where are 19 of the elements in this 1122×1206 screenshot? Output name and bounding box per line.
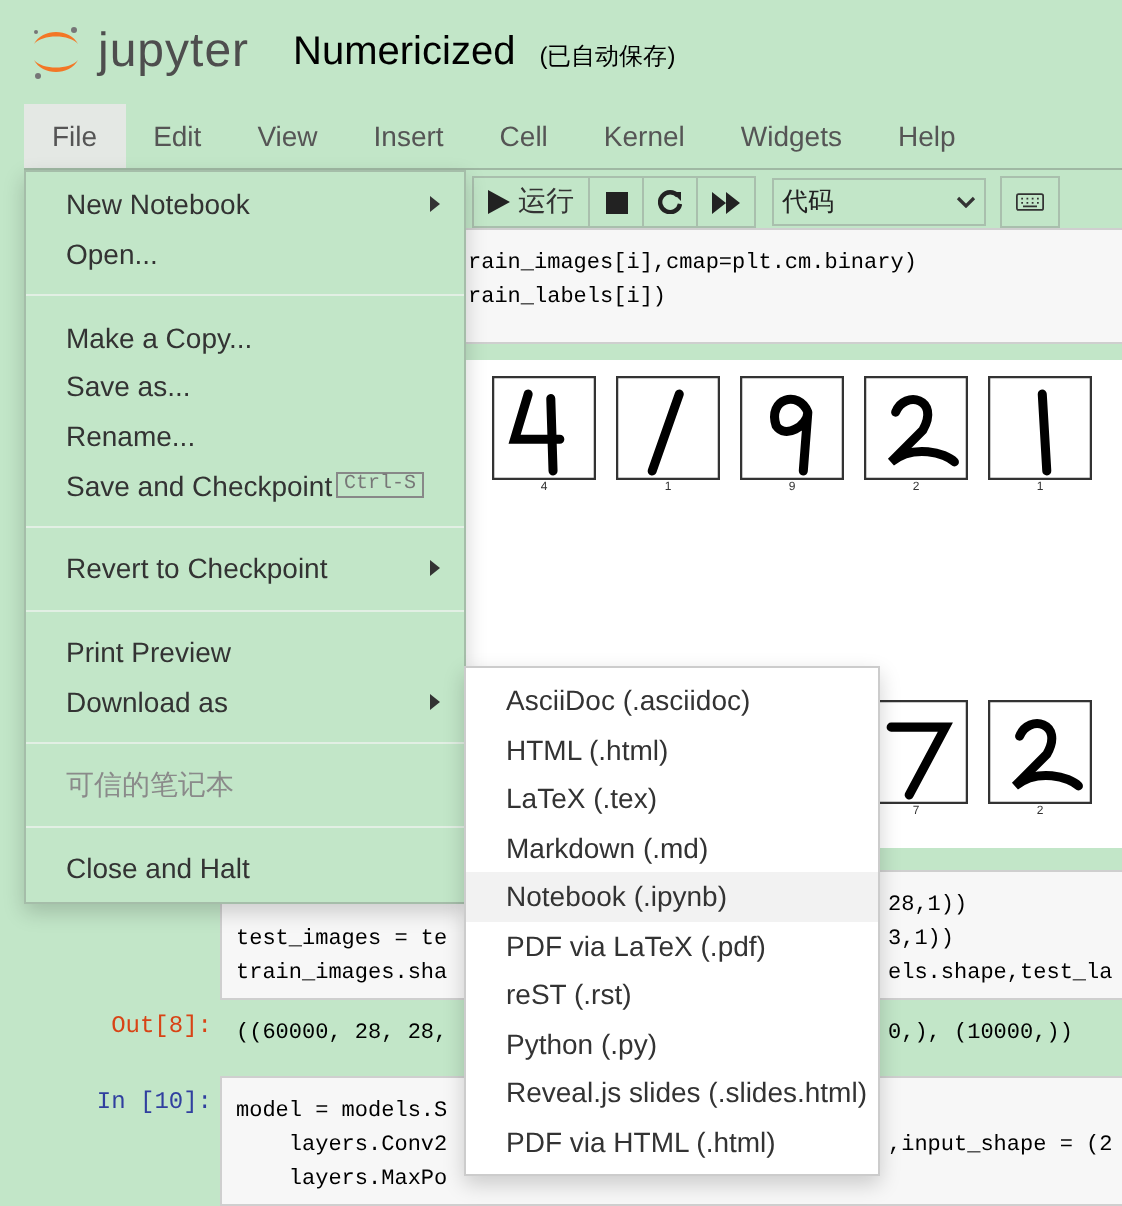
code-text: els.shape,test_la bbox=[888, 962, 1113, 986]
output-prompt: Out[8]: bbox=[111, 1012, 212, 1040]
autosave-status: (已自动保存) bbox=[539, 39, 676, 73]
menu-entry: 可信的笔记本 bbox=[64, 765, 236, 804]
code-text: train_images.sha bbox=[236, 962, 448, 986]
logo-text: jupyter bbox=[98, 24, 250, 80]
cell-prompt: In [10]: bbox=[96, 1088, 212, 1116]
code-text: 3,1)) bbox=[888, 928, 955, 952]
code-text: ,input_shape = (2 bbox=[888, 1134, 1113, 1158]
code-text: rain_images[i],cmap=plt.cm.binary) bbox=[468, 252, 917, 276]
code-text: test_images = te bbox=[236, 928, 448, 952]
code-text: ((60000, 28, 28, bbox=[236, 1022, 448, 1046]
code-text: layers.MaxPo bbox=[286, 1168, 448, 1192]
code-text: 0,), (10000,)) bbox=[888, 1022, 1073, 1046]
shortcut-hint: Ctrl-S bbox=[335, 472, 424, 499]
code-text: layers.Conv2 bbox=[286, 1134, 448, 1158]
code-text: rain_labels[i]) bbox=[468, 286, 667, 310]
code-text: model = models.S bbox=[236, 1100, 448, 1124]
code-text: 28,1)) bbox=[888, 894, 968, 918]
